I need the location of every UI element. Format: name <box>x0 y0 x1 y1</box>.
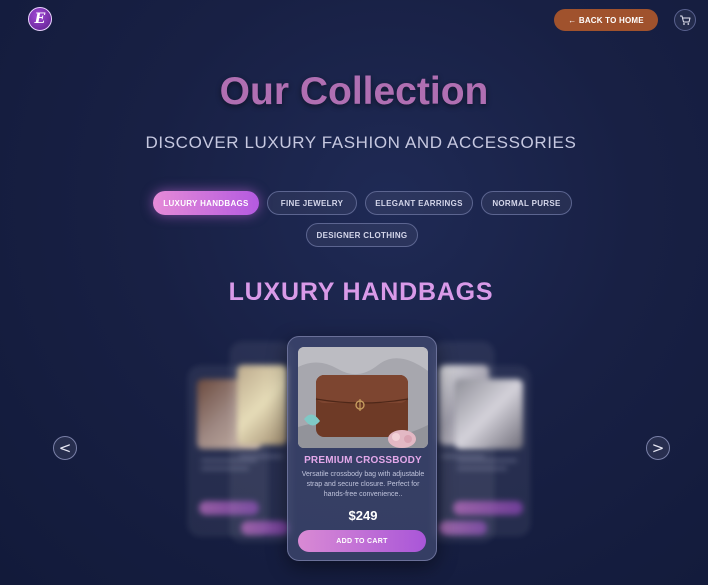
category-tab-normal-purse[interactable]: NORMAL PURSE <box>481 191 572 215</box>
product-description: Versatile crossbody bag with adjustable … <box>301 471 425 498</box>
top-bar: E ← BACK TO HOME <box>0 0 708 40</box>
page-subtitle: DISCOVER LUXURY FASHION AND ACCESSORIES <box>145 133 577 152</box>
category-tab-luxury-handbags[interactable]: LUXURY HANDBAGS <box>153 191 259 215</box>
category-tab-fine-jewelry[interactable]: FINE JEWELRY <box>267 191 357 215</box>
category-tab-elegant-earrings[interactable]: ELEGANT EARRINGS <box>365 191 473 215</box>
product-card[interactable]: PREMIUM CROSSBODY Versatile crossbody ba… <box>287 336 437 561</box>
page-title: Our Collection <box>219 70 489 113</box>
logo-icon[interactable]: E <box>28 7 52 31</box>
carousel-next-button[interactable]: > <box>646 436 670 460</box>
carousel-card-blurred[interactable] <box>442 366 530 536</box>
category-tab-designer-clothing[interactable]: DESIGNER CLOTHING <box>306 223 418 247</box>
cart-icon <box>680 15 691 25</box>
chevron-right-icon: > <box>651 439 665 457</box>
product-price: $249 <box>348 508 378 523</box>
product-name: PREMIUM CROSSBODY <box>304 455 422 466</box>
back-to-home-button[interactable]: ← BACK TO HOME <box>554 9 658 31</box>
chevron-left-icon: < <box>58 439 72 457</box>
carousel-card-blurred[interactable] <box>230 342 292 542</box>
section-title: LUXURY HANDBAGS <box>228 278 494 306</box>
cart-button[interactable] <box>674 9 696 31</box>
add-to-cart-button[interactable]: ADD TO CART <box>298 530 426 552</box>
product-image <box>298 347 428 448</box>
carousel-prev-button[interactable]: < <box>53 436 77 460</box>
